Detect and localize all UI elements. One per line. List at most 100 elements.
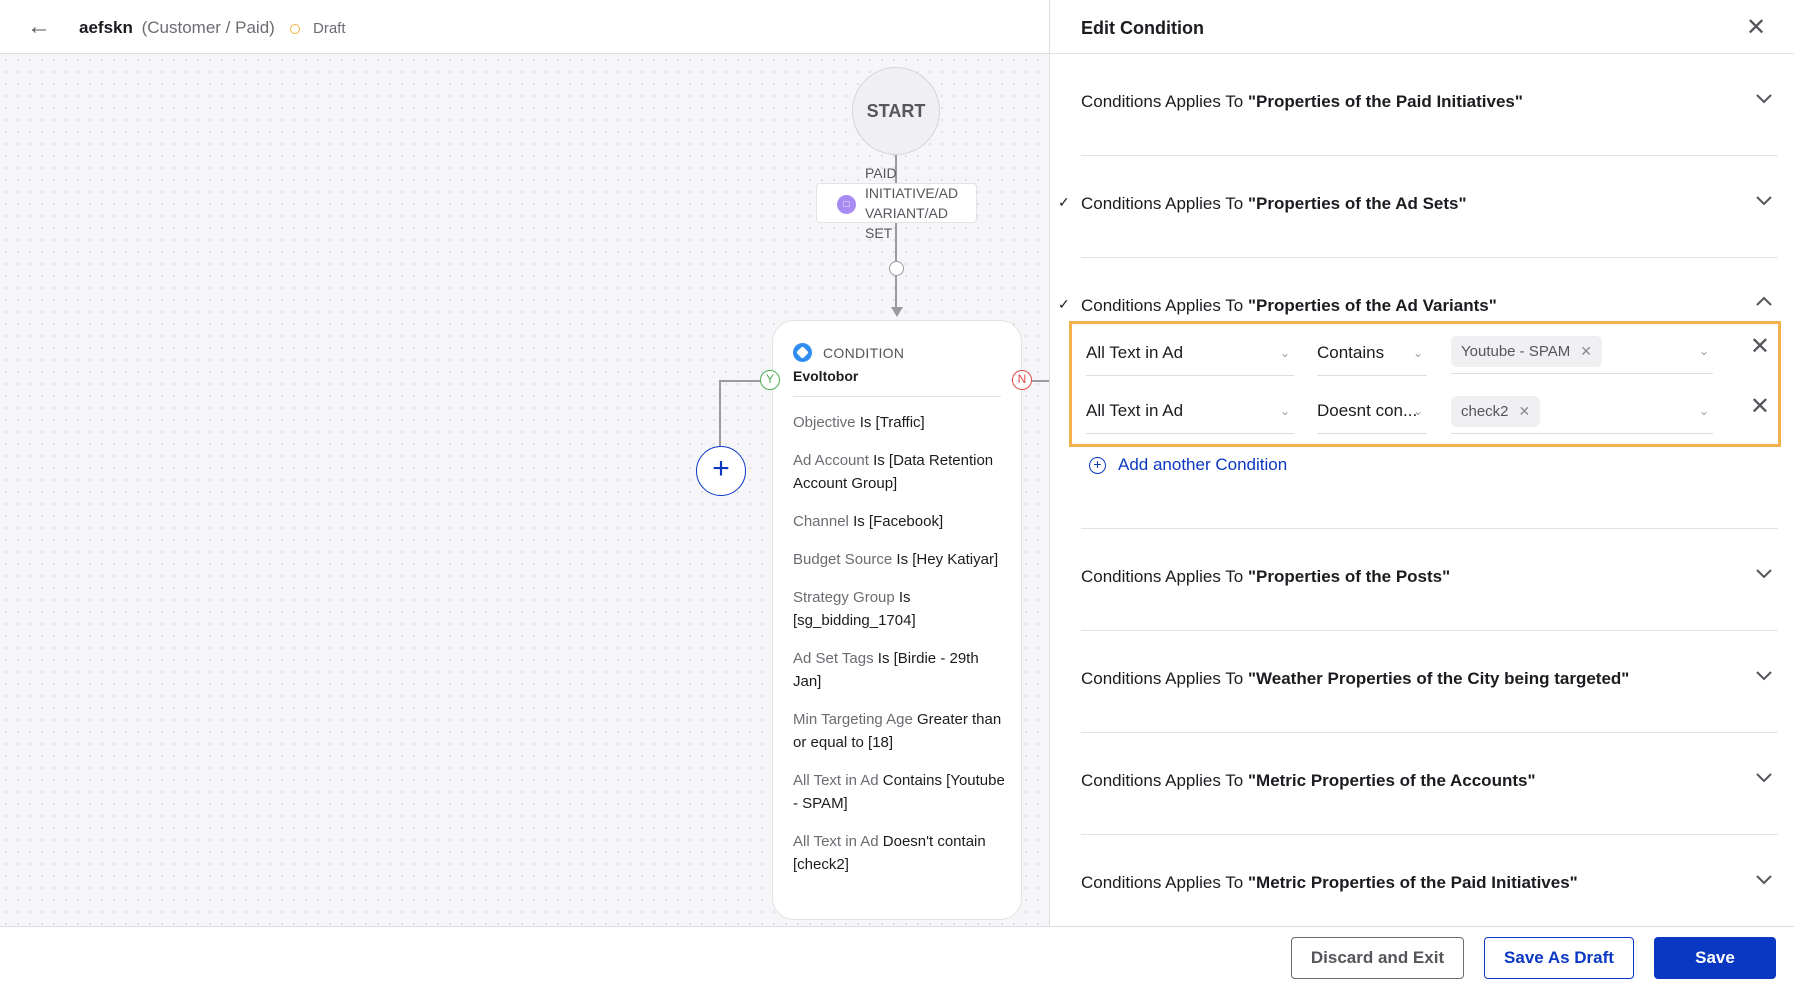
value-chip: Youtube - SPAM ✕ (1451, 336, 1602, 367)
values-select[interactable]: Youtube - SPAM ✕ ⌄ (1451, 334, 1713, 374)
save-as-draft-button[interactable]: Save As Draft (1484, 937, 1634, 979)
condition-type: CONDITION (793, 343, 904, 362)
value-chip: check2 ✕ (1451, 396, 1541, 427)
rule-field: Ad Account (793, 452, 869, 469)
remove-chip-icon[interactable]: ✕ (1519, 403, 1531, 419)
section-target: "Properties of the Paid Initiatives" (1247, 92, 1523, 111)
rule-field: Min Targeting Age (793, 711, 913, 728)
condition-name: Evoltobor (793, 368, 859, 384)
rule-field: All Text in Ad (793, 772, 879, 789)
status-text: Draft (313, 20, 346, 37)
section-prefix: Conditions Applies To (1081, 873, 1248, 892)
remove-chip-icon[interactable]: ✕ (1580, 343, 1592, 359)
chevron-down-icon[interactable] (1750, 186, 1778, 214)
operator-select[interactable]: Contains ⌄ (1317, 336, 1427, 376)
section-paid-initiatives[interactable]: Conditions Applies To "Properties of the… (1081, 54, 1778, 156)
section-title[interactable]: Conditions Applies To "Metric Properties… (1081, 771, 1536, 791)
section-prefix: Conditions Applies To (1081, 92, 1248, 111)
remove-row-icon[interactable]: ✕ (1750, 332, 1770, 361)
section-prefix: Conditions Applies To (1081, 567, 1248, 586)
remove-row-icon[interactable]: ✕ (1750, 392, 1770, 421)
condition-rule: All Text in Ad Contains [Youtube - SPAM] (793, 769, 1008, 815)
section-title[interactable]: Conditions Applies To "Properties of the… (1081, 92, 1523, 112)
footer-bar: Discard and Exit Save As Draft Save (0, 926, 1794, 990)
chevron-down-icon: ⌄ (1412, 404, 1423, 418)
divider (793, 396, 1001, 397)
add-node-button[interactable]: + (696, 446, 746, 496)
chevron-down-icon: ⌄ (1279, 404, 1290, 418)
junction-node[interactable] (889, 261, 904, 276)
arrow-down-icon (891, 307, 903, 317)
chevron-up-icon[interactable] (1750, 288, 1778, 316)
status-badge: Draft (290, 20, 346, 37)
section-weather[interactable]: Conditions Applies To "Weather Propertie… (1081, 631, 1778, 733)
connector-line (895, 276, 897, 309)
add-another-condition-button[interactable]: + Add another Condition (1089, 455, 1287, 475)
back-arrow-icon[interactable]: ← (26, 14, 52, 40)
field-select[interactable]: All Text in Ad ⌄ (1086, 336, 1294, 376)
operator-value: Doesnt con... (1317, 401, 1418, 420)
chevron-down-icon[interactable] (1750, 559, 1778, 587)
draft-status-icon (290, 23, 300, 34)
section-title[interactable]: Conditions Applies To "Properties of the… (1081, 194, 1467, 214)
chip-label: check2 (1461, 403, 1509, 420)
chevron-down-icon: ⌄ (1279, 346, 1290, 360)
chevron-down-icon[interactable] (1750, 763, 1778, 791)
condition-node[interactable]: CONDITION Evoltobor Objective Is [Traffi… (772, 320, 1022, 920)
section-title[interactable]: Conditions Applies To "Metric Properties… (1081, 873, 1578, 893)
chevron-down-icon[interactable] (1750, 865, 1778, 893)
rule-value: Is [Traffic] (859, 414, 925, 431)
section-target: "Metric Properties of the Paid Initiativ… (1247, 873, 1578, 892)
section-posts[interactable]: Conditions Applies To "Properties of the… (1081, 529, 1778, 631)
section-target: "Properties of the Ad Variants" (1247, 296, 1497, 315)
condition-rule: Budget Source Is [Hey Katiyar] (793, 548, 1008, 571)
condition-rule: Ad Set Tags Is [Birdie - 29th Jan] (793, 647, 1008, 693)
values-select[interactable]: check2 ✕ ⌄ (1451, 394, 1713, 434)
section-target: "Properties of the Posts" (1247, 567, 1451, 586)
start-node[interactable]: START (852, 67, 940, 155)
section-prefix: Conditions Applies To (1081, 669, 1248, 688)
yes-branch-line (719, 380, 721, 447)
section-title[interactable]: Conditions Applies To "Properties of the… (1081, 296, 1497, 316)
section-metric-paid-initiatives[interactable]: Conditions Applies To "Metric Properties… (1081, 835, 1778, 937)
section-target: "Weather Properties of the City being ta… (1247, 669, 1630, 688)
chevron-down-icon[interactable] (1750, 84, 1778, 112)
no-branch-badge: N (1012, 370, 1032, 390)
page-title: aefskn (Customer / Paid) (79, 18, 275, 38)
close-icon[interactable]: ✕ (1742, 14, 1770, 42)
field-select[interactable]: All Text in Ad ⌄ (1086, 394, 1294, 434)
chevron-down-icon: ⌄ (1412, 346, 1423, 360)
journey-name: aefskn (79, 18, 133, 37)
condition-row: All Text in Ad ⌄ Contains ⌄ Youtube - SPAM… (1072, 324, 1778, 384)
section-prefix: Conditions Applies To (1081, 194, 1248, 213)
operator-select[interactable]: Doesnt con... ⌄ (1317, 394, 1427, 434)
condition-rows-highlight: All Text in Ad ⌄ Contains ⌄ Youtube - SPAM… (1069, 321, 1781, 447)
condition-type-label: CONDITION (823, 344, 905, 361)
field-value: All Text in Ad (1086, 401, 1184, 420)
condition-rule: Objective Is [Traffic] (793, 411, 1008, 434)
add-condition-label: Add another Condition (1118, 455, 1288, 474)
condition-rule: Ad Account Is [Data Retention Account Gr… (793, 449, 1008, 495)
chevron-down-icon: ⌄ (1698, 404, 1709, 418)
yes-branch-badge: Y (760, 370, 780, 390)
chip-label: Youtube - SPAM (1461, 343, 1571, 360)
section-prefix: Conditions Applies To (1081, 771, 1248, 790)
rule-field: Ad Set Tags (793, 650, 874, 667)
rule-value: Is [Facebook] (853, 513, 944, 530)
chevron-down-icon[interactable] (1750, 661, 1778, 689)
field-value: All Text in Ad (1086, 343, 1184, 362)
rule-value: Is [Hey Katiyar] (896, 551, 999, 568)
chevron-down-icon: ⌄ (1698, 344, 1709, 358)
start-label: START (866, 100, 926, 121)
section-ad-sets[interactable]: ✓ Conditions Applies To "Properties of t… (1058, 156, 1778, 258)
yes-branch-line (719, 380, 761, 382)
message-icon: □ (837, 195, 856, 214)
plus-circle-icon: + (1089, 456, 1106, 474)
check-icon: ✓ (1058, 194, 1070, 210)
discard-and-exit-button[interactable]: Discard and Exit (1291, 937, 1464, 979)
section-metric-accounts[interactable]: Conditions Applies To "Metric Properties… (1081, 733, 1778, 835)
section-title[interactable]: Conditions Applies To "Weather Propertie… (1081, 669, 1629, 689)
section-title[interactable]: Conditions Applies To "Properties of the… (1081, 567, 1450, 587)
save-button[interactable]: Save (1654, 937, 1776, 979)
rule-field: Budget Source (793, 551, 893, 568)
